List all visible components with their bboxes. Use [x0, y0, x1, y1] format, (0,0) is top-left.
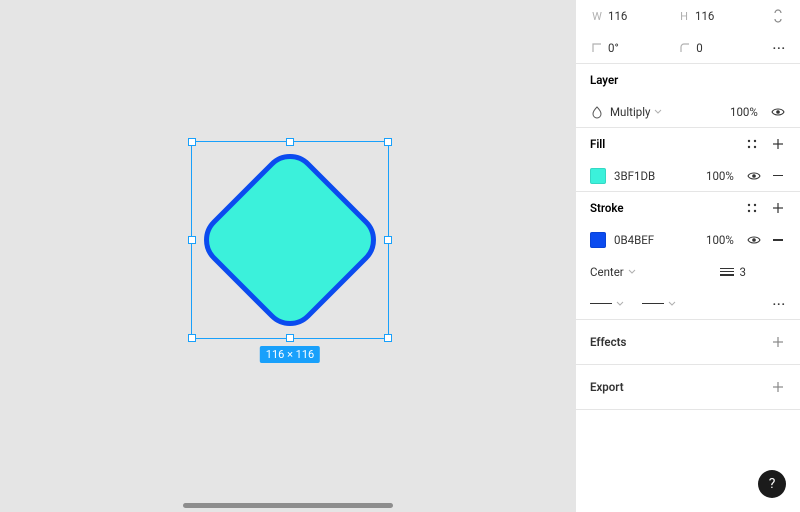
- remove-stroke-button[interactable]: [770, 232, 786, 248]
- more-dimension-options[interactable]: ···: [773, 41, 786, 55]
- fill-row: 3BF1DB 100%: [576, 160, 800, 192]
- layer-blend-row: Multiply 100%: [576, 96, 800, 128]
- corner-radius-icon: [678, 40, 692, 56]
- add-effect-button[interactable]: [770, 334, 786, 350]
- resize-handle-bl[interactable]: [188, 334, 196, 342]
- home-indicator: [183, 503, 393, 508]
- canvas[interactable]: 116 × 116: [0, 0, 575, 512]
- stroke-options-row: Center 3: [576, 256, 800, 288]
- dimensions-row-rc: 0° 0 ···: [576, 32, 800, 64]
- stroke-opacity-input[interactable]: 100%: [706, 233, 746, 247]
- chevron-down-icon: [616, 297, 624, 311]
- width-label: W: [590, 10, 604, 23]
- resize-handle-rm[interactable]: [384, 236, 392, 244]
- chevron-down-icon: [668, 297, 676, 311]
- effects-title: Effects: [590, 335, 770, 349]
- stroke-section-header: Stroke: [576, 192, 800, 224]
- height-label: H: [677, 10, 691, 23]
- layer-section-header: Layer: [576, 64, 800, 96]
- stroke-end-cap-dropdown[interactable]: [642, 297, 676, 311]
- fill-styles-icon[interactable]: [744, 136, 760, 152]
- remove-fill-button[interactable]: [770, 168, 786, 184]
- stroke-align-dropdown[interactable]: Center: [590, 265, 720, 279]
- fill-hex-input[interactable]: 3BF1DB: [614, 169, 706, 183]
- fill-section-header: Fill: [576, 128, 800, 160]
- dimensions-row-wh: W 116 H 116: [576, 0, 800, 32]
- stroke-endcap-row: ···: [576, 288, 800, 320]
- stroke-start-cap-dropdown[interactable]: [590, 297, 624, 311]
- add-stroke-button[interactable]: [770, 200, 786, 216]
- chevron-down-icon: [628, 265, 636, 279]
- stroke-title: Stroke: [590, 201, 744, 215]
- height-input[interactable]: 116: [695, 9, 727, 23]
- fill-title: Fill: [590, 137, 744, 151]
- resize-handle-tr[interactable]: [384, 138, 392, 146]
- stroke-styles-icon[interactable]: [744, 200, 760, 216]
- help-button[interactable]: ?: [758, 470, 786, 498]
- resize-handle-bm[interactable]: [286, 334, 294, 342]
- constrain-proportions-icon[interactable]: [770, 8, 786, 24]
- corner-radius-input[interactable]: 0: [696, 41, 728, 55]
- selection-bounds: [191, 141, 389, 339]
- stroke-color-swatch[interactable]: [590, 232, 606, 248]
- rotation-icon: [590, 40, 604, 56]
- stroke-row: 0B4BEF 100%: [576, 224, 800, 256]
- chevron-down-icon: [654, 105, 662, 119]
- inspector-panel: W 116 H 116 0° 0 ··· Layer: [575, 0, 800, 512]
- selected-shape[interactable]: 116 × 116: [191, 141, 389, 339]
- add-fill-button[interactable]: [770, 136, 786, 152]
- fill-visibility-toggle[interactable]: [746, 168, 762, 184]
- stroke-align-value: Center: [590, 265, 624, 279]
- add-export-button[interactable]: [770, 379, 786, 395]
- blend-mode-dropdown[interactable]: Multiply: [610, 105, 730, 119]
- resize-handle-tl[interactable]: [188, 138, 196, 146]
- layer-title: Layer: [590, 73, 786, 87]
- selection-dimensions-badge: 116 × 116: [260, 346, 320, 363]
- fill-opacity-input[interactable]: 100%: [706, 169, 746, 183]
- rotation-input[interactable]: 0°: [608, 41, 640, 55]
- more-stroke-options[interactable]: ···: [773, 297, 786, 311]
- export-section[interactable]: Export: [576, 365, 800, 410]
- blend-mode-icon: [590, 105, 604, 119]
- resize-handle-br[interactable]: [384, 334, 392, 342]
- resize-handle-tm[interactable]: [286, 138, 294, 146]
- stroke-weight-input[interactable]: 3: [740, 265, 746, 279]
- layer-opacity-input[interactable]: 100%: [730, 105, 770, 119]
- stroke-hex-input[interactable]: 0B4BEF: [614, 233, 706, 247]
- resize-handle-lm[interactable]: [188, 236, 196, 244]
- stroke-visibility-toggle[interactable]: [746, 232, 762, 248]
- fill-color-swatch[interactable]: [590, 168, 606, 184]
- stroke-weight-icon: [720, 268, 734, 277]
- export-title: Export: [590, 380, 770, 394]
- width-input[interactable]: 116: [608, 9, 640, 23]
- layer-visibility-toggle[interactable]: [770, 104, 786, 120]
- blend-mode-value: Multiply: [610, 105, 650, 119]
- effects-section[interactable]: Effects: [576, 320, 800, 365]
